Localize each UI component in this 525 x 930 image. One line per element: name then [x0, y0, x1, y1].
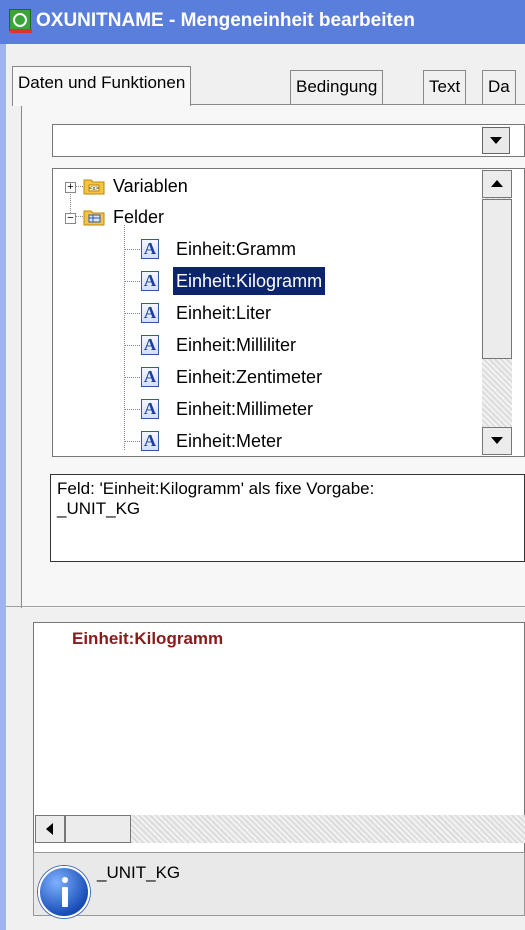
svg-text:<x>: <x>: [89, 186, 100, 192]
field-icon: A: [141, 399, 159, 419]
formula-horizontal-scrollbar[interactable]: [35, 815, 525, 843]
variables-folder-icon: <x>: [83, 179, 105, 195]
fields-folder-icon: [83, 210, 105, 226]
description-line: _UNIT_KG: [57, 499, 141, 518]
field-description: Feld: 'Einheit:Kilogramm' als fixe Vorga…: [50, 474, 525, 562]
divider: [6, 606, 525, 607]
tree-item-variablen[interactable]: + <x> Variablen: [53, 171, 473, 201]
title-bar[interactable]: OXUNITNAME - Mengeneinheit bearbeiten: [0, 0, 525, 44]
tree-item-label: Einheit:Gramm: [176, 239, 297, 259]
tree-item-label: Einheit:Zentimeter: [176, 367, 323, 387]
formula-text: Einheit:Kilogramm: [72, 629, 224, 648]
window-title: OXUNITNAME - Mengeneinheit bearbeiten: [36, 10, 415, 31]
scroll-left-button[interactable]: [35, 815, 65, 843]
tree-item-field[interactable]: A Einheit:Millimeter: [53, 394, 473, 424]
tree-item-label: Einheit:Milliliter: [176, 335, 297, 355]
field-icon: A: [141, 271, 159, 291]
field-icon: A: [141, 239, 159, 259]
info-icon: [38, 866, 90, 918]
field-tree[interactable]: + <x> Variablen − Felder A Einheit:Gramm…: [52, 168, 525, 457]
field-icon: A: [141, 367, 159, 387]
scroll-thumb[interactable]: [65, 815, 131, 843]
status-panel: [33, 852, 525, 916]
collapse-minus-icon[interactable]: −: [65, 213, 76, 224]
scroll-up-button[interactable]: [482, 170, 512, 198]
tree-item-label: Einheit:Liter: [176, 303, 272, 323]
function-combo[interactable]: [52, 124, 525, 157]
tree-item-field[interactable]: A Einheit:Zentimeter: [53, 362, 473, 392]
tab-bedingung[interactable]: Bedingung: [290, 70, 384, 104]
tree-item-field[interactable]: A Einheit:Liter: [53, 298, 473, 328]
arrow-down-icon: [491, 437, 503, 444]
description-line: Feld: 'Einheit:Kilogramm' als fixe Vorga…: [57, 479, 375, 498]
field-icon: A: [141, 431, 159, 451]
tree-vertical-scrollbar[interactable]: [482, 170, 512, 455]
tab-more[interactable]: Da: [482, 70, 516, 104]
scroll-thumb[interactable]: [482, 199, 512, 359]
tree-item-label: Einheit:Kilogramm: [173, 267, 326, 295]
window-frame: [0, 44, 6, 930]
tree-item-field-selected[interactable]: A Einheit:Kilogramm: [53, 266, 473, 296]
field-icon: A: [141, 335, 159, 355]
tab-daten-und-funktionen[interactable]: Daten und Funktionen: [12, 66, 192, 106]
field-icon: A: [141, 303, 159, 323]
combo-dropdown-button[interactable]: [482, 127, 510, 154]
tree-item-label: Felder: [113, 207, 165, 227]
expand-plus-icon[interactable]: +: [65, 182, 76, 193]
tree-item-label: Einheit:Millimeter: [176, 399, 314, 419]
chevron-down-icon: [490, 137, 502, 144]
arrow-up-icon: [491, 180, 503, 187]
scroll-down-button[interactable]: [482, 427, 512, 455]
arrow-left-icon: [46, 823, 53, 835]
tree-item-label: Variablen: [113, 176, 188, 196]
tree-item-field[interactable]: A Einheit:Milliliter: [53, 330, 473, 360]
tree-item-label: Einheit:Meter: [176, 431, 283, 451]
tree-item-felder[interactable]: − Felder: [53, 202, 473, 232]
tab-strip: Daten und Funktionen Bedingung Text Da: [6, 44, 525, 106]
app-icon: [9, 9, 32, 33]
status-text: _UNIT_KG: [97, 863, 181, 882]
tree-item-field[interactable]: A Einheit:Meter: [53, 426, 473, 456]
tree-item-field[interactable]: A Einheit:Gramm: [53, 234, 473, 264]
tab-text[interactable]: Text: [423, 70, 467, 104]
